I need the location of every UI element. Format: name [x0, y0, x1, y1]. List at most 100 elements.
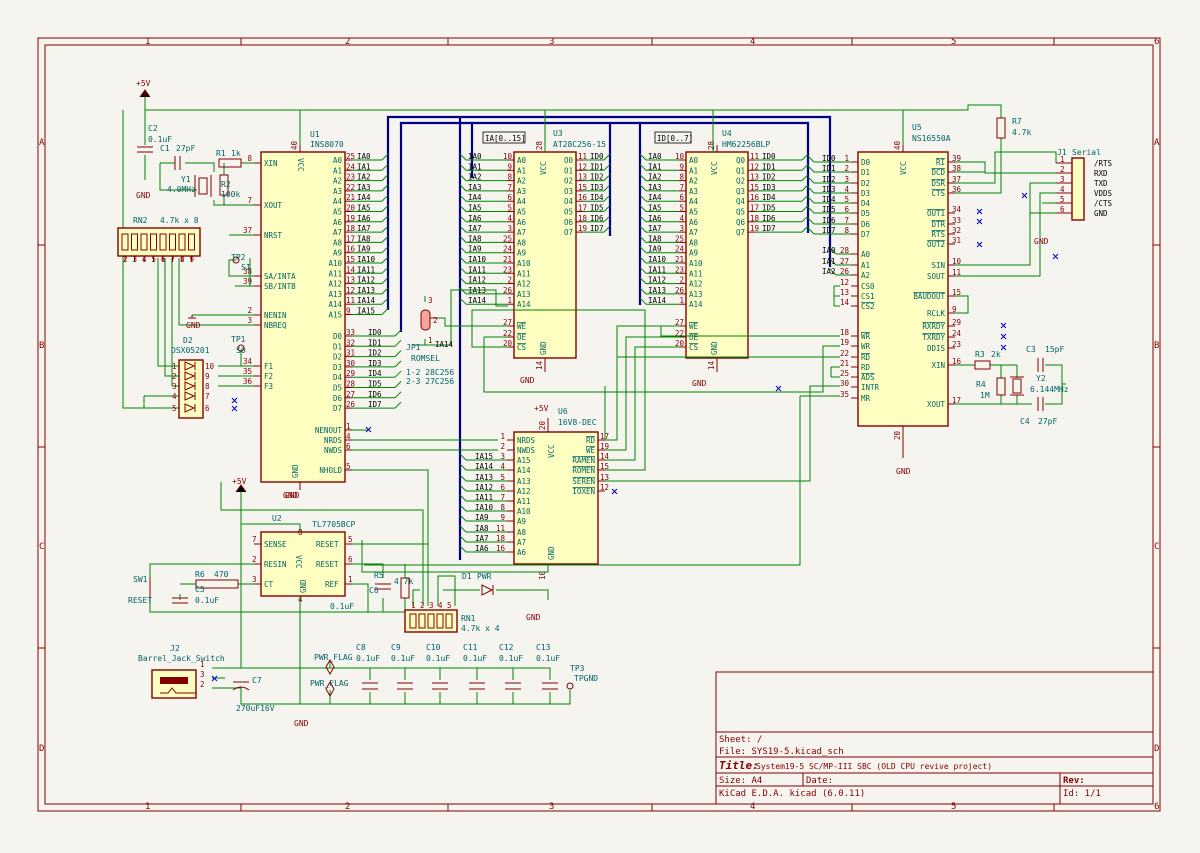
u3-pins-pin-number: 8 [507, 173, 512, 182]
u3-pins-pin-label: WE [517, 322, 527, 331]
u1-pin-label: A1 [333, 166, 342, 175]
u3-pins-net-label: ID3 [590, 183, 604, 192]
r7-ref: R7 [1012, 117, 1022, 126]
u5-pin-number: 31 [952, 236, 961, 245]
gnd-label: GND [294, 719, 309, 728]
u1-pin-label: A10 [328, 259, 342, 268]
u3-pins-pin-label: O5 [564, 208, 573, 217]
u1-pin-number: 4 [346, 432, 351, 441]
u1-net-label: ID3 [368, 359, 382, 368]
u4-pins-net-label: IA5 [648, 204, 662, 213]
plus5v-label: +5V [232, 477, 247, 486]
j1-pin-number: 1 [1060, 155, 1065, 164]
u1-pin-label: F3 [264, 382, 273, 391]
bus-label-ia: IA[0..15] [485, 134, 526, 143]
u5-pin-label: XOUT [927, 400, 946, 409]
u4-pins-pin-number: 14 [707, 360, 716, 370]
u5-net-label: ID6 [822, 216, 836, 225]
tp2-value: SI [241, 263, 251, 272]
u3-pins-net-label: ID7 [590, 224, 604, 233]
rn2-pin-number: 3 [133, 255, 138, 264]
row-label: A [1154, 138, 1160, 148]
u1-bus-entry [381, 308, 389, 315]
u1-pin-label: A13 [328, 290, 342, 299]
c2-gnd: GND [136, 191, 151, 200]
u1-pin-label: D1 [333, 342, 342, 351]
u5-uart: U5 NS16550A VCC GND D01ID0D12ID1D23ID2D3… [807, 123, 962, 476]
u1-pin-number: 5 [346, 462, 351, 471]
u1-net-label: ID5 [368, 380, 382, 389]
u1-net-label: IA10 [357, 255, 376, 264]
u3-pins-pin-label: O2 [564, 177, 573, 186]
u5-pin-number: 25 [840, 369, 849, 378]
u4-pins-pin-label: A10 [689, 259, 703, 268]
u5-pin-label: D6 [861, 220, 871, 229]
rn2-pin-number: 8 [180, 255, 185, 264]
rn2-value: 4.7k x 8 [160, 216, 199, 225]
c13-ref: C13 [536, 643, 551, 652]
row-label: B [1154, 341, 1159, 351]
jp1-value: ROMSEL [411, 354, 440, 363]
u3-pins-net-label: IA12 [468, 276, 486, 285]
c1-value: 27pF [176, 144, 195, 153]
u2-pin: 7 [252, 535, 257, 544]
row-label: D [1154, 744, 1159, 754]
u5-pin-label: D4 [861, 199, 871, 208]
col-label: 6 [1154, 802, 1159, 812]
u5-net-label: ID4 [822, 195, 836, 204]
u3-pins-pin-number: 7 [507, 183, 512, 192]
u5-pin-number: 34 [952, 205, 962, 214]
u3-pins-net-label: IA0 [468, 152, 482, 161]
y2-value: 6.144MHz [1030, 385, 1069, 394]
u5-pin-number: 19 [840, 338, 849, 347]
u4-pins-pin-number: 3 [679, 224, 684, 233]
u1-net-label: IA15 [357, 307, 375, 316]
plus5v-symbol: +5V [232, 477, 247, 493]
u4-pins-net-label: ID6 [762, 214, 776, 223]
u6-pin-label: A6 [517, 548, 527, 557]
u3-pins-pin-number: 9 [507, 162, 512, 171]
u3-pins-net-label: IA10 [468, 255, 487, 264]
schematic-sheet: 1 2 3 4 5 6 1 2 3 4 5 6 A B C D A B C D … [0, 0, 1200, 849]
u5-pin-number: 22 [840, 349, 849, 358]
u6-vcc-flag: +5V [534, 404, 549, 413]
j1-signal-label: /CTS [1094, 199, 1113, 208]
d2-value: OSX05201 [171, 346, 210, 355]
j1-pin-number: 3 [1060, 175, 1065, 184]
u1-pin-label: A7 [333, 228, 342, 237]
gnd-label: GND [692, 379, 707, 388]
u5-net-label: ID7 [822, 226, 836, 235]
u3-pins-net-label: IA8 [468, 234, 482, 243]
u4-pins-net-label: ID7 [762, 224, 776, 233]
u5-pin-label: OUT1 [927, 209, 945, 218]
u1-net-label: IA12 [357, 276, 375, 285]
u3-pins-pin-label: A9 [517, 249, 526, 258]
u4-pins-pin-label: A0 [689, 156, 699, 165]
c6-ref: C6 [369, 586, 379, 595]
u1-pin-label: A4 [333, 197, 343, 206]
d1-ref: D1 [462, 572, 472, 581]
u1-net-label: IA8 [357, 234, 371, 243]
u3-vcc: VCC [539, 161, 548, 175]
u1-pin-label: NRDS [324, 436, 343, 445]
u4-pins-pin-label: A3 [689, 187, 698, 196]
u6-gnd: GND [547, 546, 556, 560]
u4-pins-pin-label: Q3 [736, 187, 745, 196]
u5-pin-label: D1 [861, 168, 870, 177]
u4-pins-pin-label: Q7 [736, 228, 745, 237]
r7-resistor: R7 4.7k [996, 117, 1031, 139]
u5-pin-label: SOUT [927, 272, 946, 281]
u1-net-label: ID1 [368, 338, 382, 347]
u3-pins-pin-label: A14 [517, 300, 531, 309]
jp1-jumper: 3 2 1 JP1 ROMSEL 1-2 28C256 2-3 27C256 I… [406, 296, 454, 386]
u5-pin-label: A1 [861, 261, 870, 270]
u3-pins-net-label: ID4 [590, 193, 604, 202]
sw1-reset-switch[interactable]: SW1 RESET [128, 575, 152, 605]
row-label: B [39, 341, 44, 351]
u2-pin: 2 [252, 555, 257, 564]
u5-pin-label: CS0 [861, 282, 875, 291]
u5-pin-label: MR [861, 394, 871, 403]
u1-pin-label: D7 [333, 404, 342, 413]
u5-net-label: ID5 [822, 205, 836, 214]
tp3-value: TPGND [574, 674, 598, 683]
